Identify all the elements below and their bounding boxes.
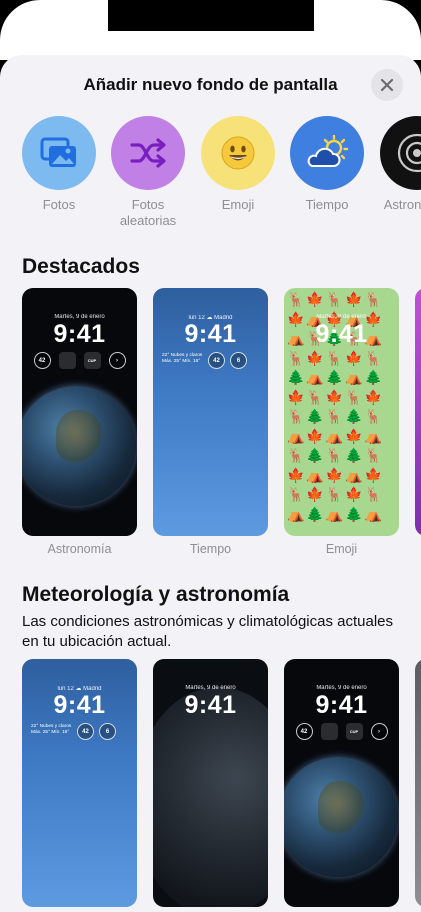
featured-title: Destacados (22, 255, 140, 278)
wallpaper-weather-2[interactable]: lun 12 ☁ Madrid 9:41 22° Nubes y claros … (22, 659, 137, 907)
category-shuffle[interactable]: Fotos aleatorias (103, 116, 193, 229)
category-label: Tiempo (305, 197, 349, 212)
category-label: Fotos aleatorias (119, 197, 177, 228)
widget: CUP (345, 723, 363, 740)
wallpaper-caption: Astronomía (47, 542, 112, 556)
wallpaper-partial-2[interactable] (415, 659, 421, 907)
category-weather[interactable]: Tiempo (282, 116, 372, 213)
astronomy-icon (397, 133, 421, 173)
widget: 42 (33, 352, 51, 369)
earth-image (22, 386, 136, 506)
category-astronomy[interactable]: Astronomía (372, 116, 421, 213)
sheet-header: Añadir nuevo fondo de pantalla (0, 55, 421, 115)
status-area (0, 0, 421, 60)
shuffle-circle (111, 116, 185, 190)
category-label: Astronomía (383, 197, 421, 212)
lock-widgets: 42 6 (208, 352, 268, 370)
photos-circle (22, 116, 96, 190)
category-label: Emoji (221, 197, 255, 212)
lock-widgets: 42 CUP › (284, 723, 399, 741)
widget (58, 352, 76, 369)
category-row: Fotos Fotos aleatorias Emoji Tiempo Astr… (22, 116, 421, 236)
wallpaper-caption: Tiempo (189, 542, 232, 556)
wallpaper-preview: lun 12 ☁ Madrid 9:41 22° Nubes y claros … (153, 288, 268, 536)
weather-text: 22° Nubes y claros Máx. 25° Mín. 16° (162, 353, 203, 364)
emoji-icon (221, 136, 255, 170)
wallpaper-preview: 🦌🍁🦌🍁🦌 🍁⛺🍁⛺🍁 ⛺🦌🌲🦌⛺ 🦌🍁🦌🍁🦌 🌲⛺🌲⛺🌲 🍁🦌🍁🦌🍁 🦌🌲🦌🌲🦌 ⛺🍁⛺🍁⛺… (284, 288, 399, 536)
lock-time: 9:41 (315, 320, 368, 348)
wallpaper-preview (415, 659, 421, 907)
sheet-title: Añadir nuevo fondo de pantalla (83, 75, 338, 94)
featured-row: Martes, 9 de enero 9:41 42 CUP › Astrono… (22, 288, 421, 556)
wallpaper-preview: Martes, 9 de enero 9:41 42 CUP › (284, 659, 399, 907)
widget: 6 (99, 723, 116, 740)
wallpaper-preview: lun 12 ☁ Madrid 9:41 22° Nubes y claros … (22, 659, 137, 907)
wallpaper-partial[interactable] (415, 288, 421, 536)
lock-time: 9:41 (184, 691, 237, 719)
weather-text: 22° Nubes y claros Máx. 25° Mín. 16° (31, 724, 72, 735)
lock-time: 9:41 (184, 320, 237, 348)
wallpaper-earth-night[interactable]: Martes, 9 de enero 9:41 (153, 659, 268, 907)
widget: 42 (295, 723, 313, 740)
category-emoji[interactable]: Emoji (193, 116, 283, 213)
widget: 6 (230, 352, 247, 369)
lock-time: 9:41 (53, 691, 106, 719)
wallpaper-caption: Emoji (325, 542, 358, 556)
emoji-circle (201, 116, 275, 190)
earth-image (284, 757, 398, 877)
add-wallpaper-sheet: Añadir nuevo fondo de pantalla Fotos Fot… (0, 55, 421, 912)
weather-icon (307, 135, 349, 167)
wallpaper-emoji[interactable]: 🦌🍁🦌🍁🦌 🍁⛺🍁⛺🍁 ⛺🦌🌲🦌⛺ 🦌🍁🦌🍁🦌 🌲⛺🌲⛺🌲 🍁🦌🍁🦌🍁 🦌🌲🦌🌲🦌 ⛺🍁⛺🍁⛺… (284, 288, 399, 556)
lock-time: 9:41 (315, 691, 368, 719)
widget: › (108, 352, 126, 369)
shuffle-icon (130, 138, 166, 168)
wallpaper-astronomy[interactable]: Martes, 9 de enero 9:41 42 CUP › Astrono… (22, 288, 137, 556)
wallpaper-astronomy-2[interactable]: Martes, 9 de enero 9:41 42 CUP › (284, 659, 399, 907)
widget: › (370, 723, 388, 740)
category-label: Fotos (42, 197, 76, 212)
photos-icon (40, 137, 76, 167)
close-button[interactable] (371, 69, 403, 101)
widget: CUP (83, 352, 101, 369)
lock-time: 9:41 (53, 320, 106, 348)
earth-night-image (153, 687, 268, 907)
widget: 42 (77, 723, 94, 740)
weather-circle (290, 116, 364, 190)
close-icon (380, 78, 394, 92)
lock-widgets: 42 CUP › (22, 352, 137, 370)
meteo-title: Meteorología y astronomía (22, 583, 290, 606)
meteo-row: lun 12 ☁ Madrid 9:41 22° Nubes y claros … (22, 659, 421, 912)
astronomy-circle (380, 116, 421, 190)
wallpaper-preview: Martes, 9 de enero 9:41 42 CUP › (22, 288, 137, 536)
widget (320, 723, 338, 740)
lock-widgets: 42 6 (77, 723, 137, 741)
wallpaper-preview: Martes, 9 de enero 9:41 (153, 659, 268, 907)
category-photos[interactable]: Fotos (14, 116, 104, 213)
widget: 42 (208, 352, 225, 369)
meteo-description: Las condiciones astronómicas y climatoló… (22, 613, 394, 650)
wallpaper-weather[interactable]: lun 12 ☁ Madrid 9:41 22° Nubes y claros … (153, 288, 268, 556)
wallpaper-preview (415, 288, 421, 536)
